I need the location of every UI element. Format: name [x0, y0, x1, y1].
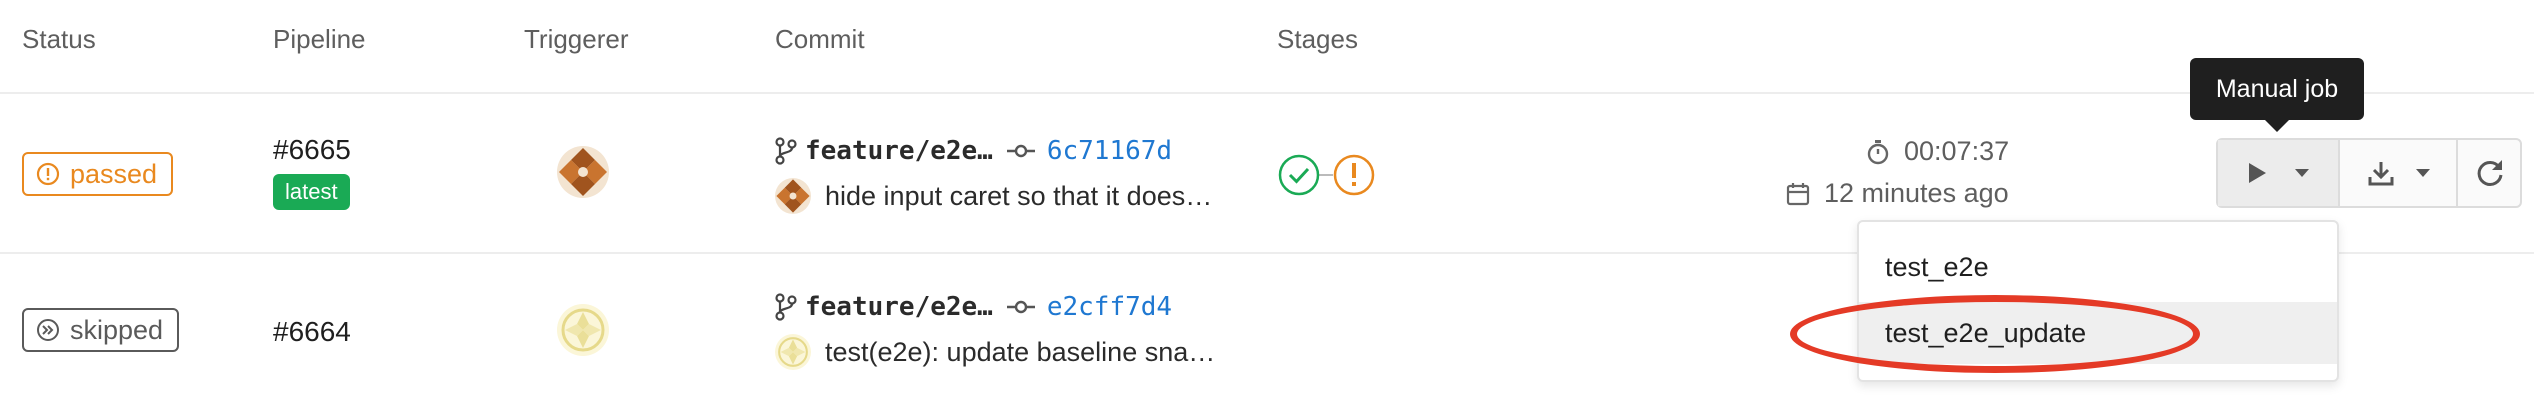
- commit-icon: [1006, 144, 1035, 158]
- pipeline-id-link[interactable]: #6665: [273, 134, 351, 166]
- header-commit: Commit: [775, 24, 865, 54]
- duration: 00:07:37: [1866, 136, 2009, 167]
- commit-message-link[interactable]: test(e2e): update baseline sna…: [825, 337, 1215, 368]
- pipeline-actions: [2216, 138, 2522, 208]
- branch-name-link[interactable]: feature/e2e…: [805, 292, 993, 322]
- branch-name-link[interactable]: feature/e2e…: [805, 136, 993, 166]
- caret-down-icon: [2295, 169, 2309, 177]
- commit-author-avatar: [775, 178, 811, 214]
- stages-row1: [1277, 153, 1377, 197]
- commit-info-row2: feature/e2e… e2cff7d4: [775, 292, 1172, 322]
- finished-time: 12 minutes ago: [1786, 178, 2009, 209]
- branch-icon: [775, 137, 797, 165]
- tooltip-arrow: [2265, 120, 2289, 132]
- artifacts-download-button[interactable]: [2338, 140, 2458, 206]
- commit-icon: [1006, 300, 1035, 314]
- manual-job-tooltip: Manual job: [2190, 58, 2364, 120]
- caret-down-icon: [2416, 169, 2430, 177]
- commit-info-row1: feature/e2e… 6c71167d: [775, 136, 1172, 166]
- finished-time-text: 12 minutes ago: [1824, 178, 2009, 208]
- header-status: Status: [22, 24, 96, 54]
- highlight-annotation: [1790, 295, 2200, 373]
- manual-job-dropdown-button[interactable]: [2218, 140, 2338, 206]
- status-label: skipped: [70, 314, 164, 345]
- status-badge-skipped[interactable]: skipped: [22, 308, 180, 352]
- play-icon: [2249, 163, 2266, 183]
- commit-message-row2: test(e2e): update baseline sna…: [775, 334, 1215, 370]
- triggerer-avatar[interactable]: [557, 146, 609, 198]
- skipped-icon: [37, 319, 59, 341]
- commit-author-avatar: [775, 334, 811, 370]
- latest-badge: latest: [273, 174, 350, 210]
- warning-circle-icon: [36, 162, 60, 186]
- status-label: passed: [70, 158, 158, 189]
- stage-manual-warning-icon[interactable]: [1332, 153, 1376, 197]
- dropdown-item-test-e2e[interactable]: test_e2e: [1859, 236, 2337, 298]
- pipeline-id-link[interactable]: #6664: [273, 316, 351, 348]
- header-divider: [0, 92, 2534, 94]
- commit-sha-link[interactable]: 6c71167d: [1047, 136, 1172, 166]
- header-stages: Stages: [1277, 24, 1358, 54]
- duration-text: 00:07:37: [1904, 136, 2010, 166]
- commit-message-link[interactable]: hide input caret so that it does…: [825, 181, 1212, 212]
- header-triggerer: Triggerer: [524, 24, 629, 54]
- download-icon: [2368, 162, 2394, 186]
- branch-icon: [775, 293, 797, 321]
- commit-message-row1: hide input caret so that it does…: [775, 178, 1212, 214]
- stage-success-icon[interactable]: [1277, 153, 1321, 197]
- commit-sha-link[interactable]: e2cff7d4: [1047, 292, 1172, 322]
- retry-button[interactable]: [2456, 140, 2522, 206]
- header-pipeline: Pipeline: [273, 24, 366, 54]
- status-badge-passed[interactable]: passed: [22, 152, 174, 196]
- triggerer-avatar[interactable]: [557, 304, 609, 356]
- calendar-icon: [1786, 182, 1810, 205]
- retry-icon: [2477, 160, 2503, 186]
- timer-icon: [1867, 139, 1889, 164]
